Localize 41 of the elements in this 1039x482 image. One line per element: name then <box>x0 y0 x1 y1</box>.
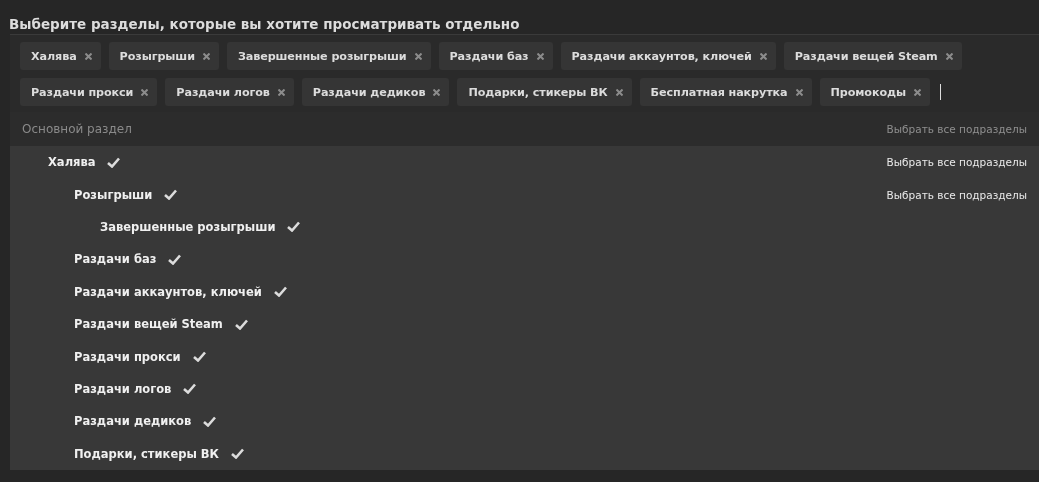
remove-icon[interactable] <box>414 52 422 60</box>
tree-item[interactable]: Раздачи прокси <box>74 349 181 364</box>
tag[interactable]: Розыгрыши <box>108 42 219 70</box>
tag[interactable]: Раздачи дедиков <box>301 78 450 106</box>
tree-item[interactable]: Подарки, стикеры ВК <box>74 446 219 461</box>
remove-icon[interactable] <box>433 88 441 96</box>
tag[interactable]: Раздачи вещей Steam <box>783 42 962 70</box>
tag[interactable]: Завершенные розыгрыши <box>226 42 431 70</box>
section-title: Выберите разделы, которые вы хотите просматривать отдельно <box>8 15 521 34</box>
remove-icon[interactable] <box>141 88 149 96</box>
tree-item[interactable]: Раздачи дедиков <box>74 414 192 429</box>
tag-input-field[interactable]: Халява Розыгрыши Завершенные розыгрыши Раздачи баз Раздачи аккаунтов, ключей Раздачи вещей Steam Раздачи прокси Раздачи логов Раздачи дедиков Подарки, стикеры ВК Бесплатная накрутка Промокоды <box>10 34 1039 112</box>
tag[interactable]: Бесплатная накрутка <box>639 78 812 106</box>
remove-icon[interactable] <box>536 52 544 60</box>
select-all-link[interactable]: Выбрать все подразделы <box>886 123 1027 135</box>
tag[interactable]: Раздачи баз <box>438 42 553 70</box>
tree-item[interactable]: Завершенные розыгрыши <box>100 219 276 234</box>
remove-icon[interactable] <box>277 88 285 96</box>
tree-item[interactable]: Халява <box>48 155 96 170</box>
tag[interactable]: Раздачи аккаунтов, ключей <box>560 42 776 70</box>
tree-item[interactable]: Раздачи аккаунтов, ключей <box>74 284 262 299</box>
tag[interactable]: Промокоды <box>819 78 930 106</box>
remove-icon[interactable] <box>615 88 623 96</box>
remove-icon[interactable] <box>84 52 92 60</box>
tree-item[interactable]: Розыгрыши <box>74 187 153 202</box>
select-all-link[interactable]: Выбрать все подразделы <box>886 156 1027 169</box>
tree-item[interactable]: Раздачи баз <box>74 252 157 267</box>
text-cursor <box>939 84 941 100</box>
remove-icon[interactable] <box>945 52 953 60</box>
tree-item[interactable]: Раздачи вещей Steam <box>74 317 223 332</box>
select-all-link[interactable]: Выбрать все подразделы <box>886 188 1027 201</box>
remove-icon[interactable] <box>795 88 803 96</box>
remove-icon[interactable] <box>759 52 767 60</box>
remove-icon[interactable] <box>202 52 210 60</box>
header-label: Основной раздел <box>22 122 132 136</box>
tree-item[interactable]: Раздачи логов <box>74 381 172 396</box>
tag[interactable]: Подарки, стикеры ВК <box>457 78 632 106</box>
tag[interactable]: Раздачи прокси <box>20 78 158 106</box>
tag[interactable]: Халява <box>20 42 101 70</box>
tag[interactable]: Раздачи логов <box>165 78 294 106</box>
remove-icon[interactable] <box>913 88 921 96</box>
